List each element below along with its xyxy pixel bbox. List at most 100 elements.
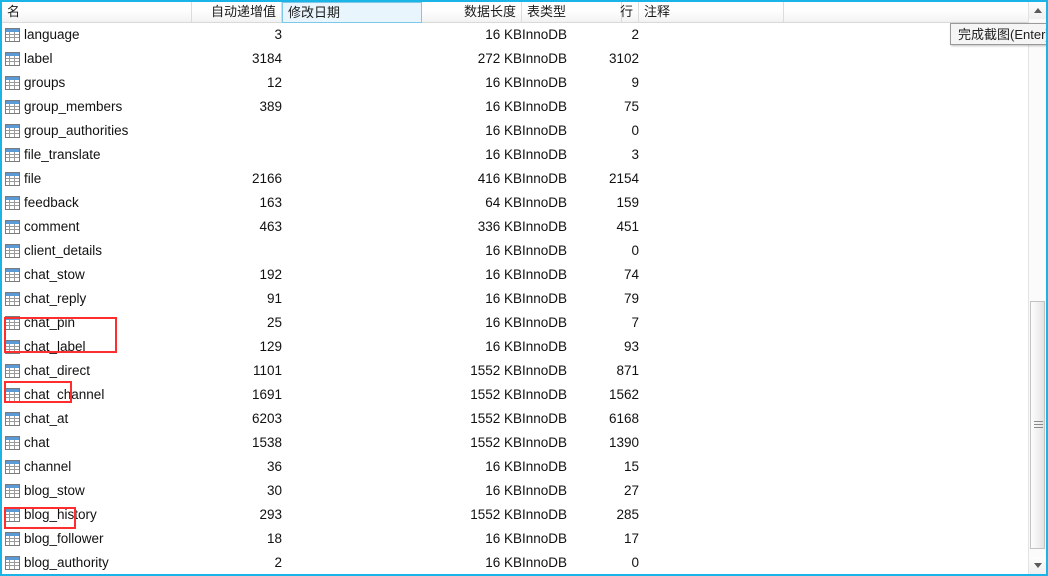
cell-autoinc: 192 <box>192 263 282 287</box>
cell-rows: 1562 <box>569 383 639 407</box>
table-row[interactable]: chat_pin2516 KBInnoDB7 <box>2 311 1028 335</box>
cell-name: chat_at <box>2 407 192 431</box>
scroll-up-button[interactable] <box>1029 2 1046 19</box>
cell-comment <box>639 311 784 335</box>
cell-name: group_authorities <box>2 119 192 143</box>
cell-autoinc <box>192 119 282 143</box>
column-header-rows[interactable]: 行 <box>569 2 639 22</box>
cell-rows: 93 <box>569 335 639 359</box>
cell-rows: 0 <box>569 239 639 263</box>
cell-modified <box>282 479 422 503</box>
table-row[interactable]: client_details16 KBInnoDB0 <box>2 239 1028 263</box>
cell-name: blog_authority <box>2 551 192 575</box>
grid-body[interactable]: language316 KBInnoDB2label3184272 KBInno… <box>2 23 1028 576</box>
cell-modified <box>282 335 422 359</box>
cell-datalength: 16 KB <box>422 23 522 47</box>
table-row[interactable]: blog_history2931552 KBInnoDB285 <box>2 503 1028 527</box>
table-row[interactable]: language316 KBInnoDB2 <box>2 23 1028 47</box>
cell-modified <box>282 167 422 191</box>
table-row[interactable]: chat_reply9116 KBInnoDB79 <box>2 287 1028 311</box>
cell-autoinc: 3184 <box>192 47 282 71</box>
scrollbar-thumb[interactable] <box>1030 301 1045 549</box>
cell-datalength: 16 KB <box>422 239 522 263</box>
cell-modified <box>282 287 422 311</box>
table-row[interactable]: blog_authority216 KBInnoDB0 <box>2 551 1028 575</box>
cell-modified <box>282 527 422 551</box>
cell-rows: 1390 <box>569 431 639 455</box>
column-header-autoinc[interactable]: 自动递增值 <box>192 2 282 22</box>
cell-name: chat_reply <box>2 287 192 311</box>
cell-comment <box>639 335 784 359</box>
column-header-modified[interactable]: 修改日期 <box>282 2 422 23</box>
cell-modified <box>282 191 422 215</box>
cell-modified <box>282 119 422 143</box>
cell-autoinc <box>192 239 282 263</box>
capture-confirm-label: 完成截图(Enter) <box>958 27 1048 42</box>
cell-name: channel <box>2 455 192 479</box>
cell-name: chat_channel <box>2 383 192 407</box>
cell-name: blog_stow <box>2 479 192 503</box>
cell-comment <box>639 383 784 407</box>
table-row[interactable]: groups1216 KBInnoDB9 <box>2 71 1028 95</box>
cell-name: client_details <box>2 239 192 263</box>
cell-datalength: 1552 KB <box>422 359 522 383</box>
table-row[interactable]: chat_label12916 KBInnoDB93 <box>2 335 1028 359</box>
cell-name: feedback <box>2 191 192 215</box>
scroll-down-button[interactable] <box>1029 557 1046 574</box>
cell-datalength: 16 KB <box>422 143 522 167</box>
column-header-name[interactable]: 名 <box>2 2 192 22</box>
table-row[interactable]: label3184272 KBInnoDB3102 <box>2 47 1028 71</box>
cell-comment <box>639 191 784 215</box>
cell-rows: 2 <box>569 23 639 47</box>
cell-rows: 27 <box>569 479 639 503</box>
table-row[interactable]: chat15381552 KBInnoDB1390 <box>2 431 1028 455</box>
cell-datalength: 16 KB <box>422 95 522 119</box>
cell-rows: 871 <box>569 359 639 383</box>
cell-comment <box>639 431 784 455</box>
cell-modified <box>282 263 422 287</box>
cell-modified <box>282 383 422 407</box>
table-row[interactable]: feedback16364 KBInnoDB159 <box>2 191 1028 215</box>
table-row[interactable]: file2166416 KBInnoDB2154 <box>2 167 1028 191</box>
cell-modified <box>282 455 422 479</box>
table-row[interactable]: file_translate16 KBInnoDB3 <box>2 143 1028 167</box>
table-row[interactable]: blog_follower1816 KBInnoDB17 <box>2 527 1028 551</box>
cell-datalength: 16 KB <box>422 287 522 311</box>
cell-autoinc <box>192 143 282 167</box>
column-header-comment[interactable]: 注释 <box>639 2 784 22</box>
table-row[interactable]: comment463336 KBInnoDB451 <box>2 215 1028 239</box>
scrollbar-track[interactable] <box>1029 19 1046 557</box>
cell-rows: 285 <box>569 503 639 527</box>
cell-rows: 0 <box>569 119 639 143</box>
column-header-datalength[interactable]: 数据长度 <box>422 2 522 22</box>
cell-autoinc: 30 <box>192 479 282 503</box>
cell-datalength: 16 KB <box>422 455 522 479</box>
cell-datalength: 16 KB <box>422 119 522 143</box>
table-row[interactable]: group_members38916 KBInnoDB75 <box>2 95 1028 119</box>
vertical-scrollbar[interactable] <box>1028 2 1046 574</box>
table-row[interactable]: chat_channel16911552 KBInnoDB1562 <box>2 383 1028 407</box>
table-row[interactable]: chat_direct11011552 KBInnoDB871 <box>2 359 1028 383</box>
cell-comment <box>639 143 784 167</box>
table-row[interactable]: chat_stow19216 KBInnoDB74 <box>2 263 1028 287</box>
cell-autoinc: 3 <box>192 23 282 47</box>
cell-autoinc: 2166 <box>192 167 282 191</box>
capture-confirm-tooltip[interactable]: 完成截图(Enter) <box>950 23 1048 45</box>
cell-comment <box>639 479 784 503</box>
cell-rows: 79 <box>569 287 639 311</box>
table-row[interactable]: blog_stow3016 KBInnoDB27 <box>2 479 1028 503</box>
cell-autoinc: 293 <box>192 503 282 527</box>
cell-datalength: 16 KB <box>422 71 522 95</box>
table-row[interactable]: chat_at62031552 KBInnoDB6168 <box>2 407 1028 431</box>
database-tables-grid[interactable]: 名自动递增值修改日期数据长度表类型行注释 language316 KBInnoD… <box>2 2 1028 574</box>
table-row[interactable]: group_authorities16 KBInnoDB0 <box>2 119 1028 143</box>
cell-autoinc: 12 <box>192 71 282 95</box>
cell-datalength: 16 KB <box>422 527 522 551</box>
cell-rows: 2154 <box>569 167 639 191</box>
cell-comment <box>639 119 784 143</box>
cell-modified <box>282 239 422 263</box>
cell-rows: 9 <box>569 71 639 95</box>
cell-datalength: 16 KB <box>422 551 522 575</box>
table-row[interactable]: channel3616 KBInnoDB15 <box>2 455 1028 479</box>
cell-rows: 7 <box>569 311 639 335</box>
